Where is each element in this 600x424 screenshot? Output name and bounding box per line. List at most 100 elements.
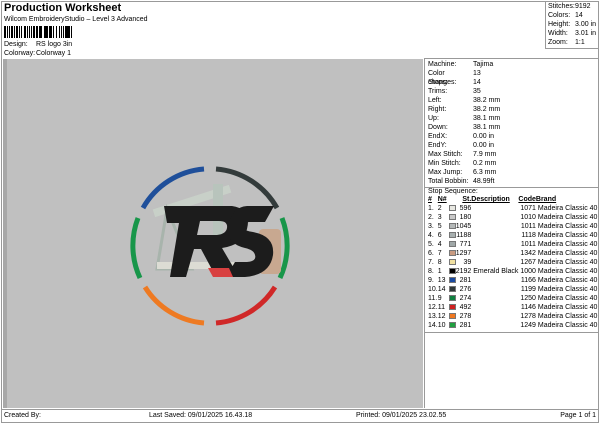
color-swatch	[448, 205, 456, 212]
stat-label: Total Bobbin:	[428, 178, 469, 185]
thread-code: 1011	[520, 241, 536, 248]
page-title: Production Worksheet	[4, 2, 122, 14]
stat-label: Machine:	[428, 61, 457, 68]
color-swatch	[448, 313, 456, 320]
thread-brand: Madeira Classic 40	[537, 268, 598, 275]
stat-row: Height: 3.00 in	[548, 20, 597, 29]
stat-label: Color changes:	[428, 70, 457, 86]
footer: Created By: Last Saved: 09/01/2025 16.43…	[1, 409, 599, 422]
needle-number: 6	[437, 232, 442, 239]
thread-description	[471, 231, 518, 240]
stat-value: 9192	[575, 3, 591, 10]
needle-number: 2	[437, 205, 442, 212]
color-swatch-cell	[447, 213, 456, 222]
stop-index: 13.	[428, 313, 438, 320]
stat-value: 38.2 mm	[473, 97, 501, 104]
needle-number: 1	[437, 268, 442, 275]
stitch-count: 281	[459, 322, 472, 329]
stat-label: Colors:	[548, 12, 571, 19]
stitch-count: 1045	[455, 223, 472, 230]
stat-label: Right:	[428, 106, 447, 113]
column-header: #	[428, 196, 432, 203]
stop-index: 8.	[428, 268, 434, 275]
stat-row: Zoom: 1:1	[548, 38, 597, 47]
color-swatch-cell	[447, 258, 456, 267]
stat-label: Max Jump:	[428, 169, 463, 176]
color-swatch	[448, 268, 456, 275]
stat-row: Max Jump: 6.3 mm	[428, 168, 595, 177]
design-preview	[3, 59, 423, 408]
ring-red	[215, 285, 278, 326]
stitch-count: 180	[459, 214, 472, 221]
thread-code: 1146	[520, 304, 536, 311]
color-swatch-cell	[447, 276, 456, 285]
stat-label: EndY:	[428, 142, 447, 149]
stop-row: 5. 4 771 1011 Madeira Classic 40	[428, 240, 597, 249]
stop-sequence-table: # N# St. Description Code Brand 1. 2 596 1071 Mad…	[428, 195, 597, 330]
color-swatch-cell	[447, 204, 456, 213]
stat-row: Down: 38.1 mm	[428, 123, 595, 132]
stitch-count: 274	[459, 295, 472, 302]
thread-description	[471, 303, 518, 312]
stop-row: 10. 14 276 1199 Madeira Classic 40	[428, 285, 597, 294]
thread-code: 1278	[520, 313, 536, 320]
color-swatch-cell	[447, 267, 456, 276]
thread-brand: Madeira Classic 40	[537, 277, 598, 284]
thread-brand: Madeira Classic 40	[537, 313, 598, 320]
stitch-count: 771	[459, 241, 472, 248]
color-swatch	[448, 223, 456, 230]
thread-code: 1010	[520, 214, 536, 221]
stitch-count: 276	[459, 286, 472, 293]
thread-description	[471, 240, 518, 249]
stat-value: 14	[575, 12, 583, 19]
color-swatch	[448, 232, 456, 239]
needle-number: 10	[437, 322, 446, 329]
color-swatch	[448, 250, 456, 257]
stop-index: 5.	[428, 241, 434, 248]
thread-code: 1250	[520, 295, 536, 302]
needle-number: 5	[437, 223, 442, 230]
thread-description	[471, 285, 518, 294]
stat-value: 13	[473, 70, 481, 77]
stop-row: 13. 12 278 1278 Madeira Classic 40	[428, 312, 597, 321]
thread-code: 1166	[520, 277, 536, 284]
stat-label: Stitches:	[548, 3, 575, 10]
stitch-count: 2192	[455, 268, 472, 275]
stat-label: Max Stitch:	[428, 151, 463, 158]
thread-description	[471, 222, 518, 231]
colorway-row: Colorway:Colorway 1	[4, 50, 71, 57]
stat-value: 35	[473, 88, 481, 95]
stop-row: 3. 5 1045 1011 Madeira Classic 40	[428, 222, 597, 231]
stop-index: 6.	[428, 250, 434, 257]
needle-number: 11	[437, 304, 446, 311]
needle-number: 8	[437, 259, 442, 266]
stat-row: EndY: 0.00 in	[428, 141, 595, 150]
stat-label: Stops:	[428, 79, 448, 86]
stat-value: 14	[473, 79, 481, 86]
stitch-count: 39	[463, 259, 472, 266]
stitch-count: 596	[459, 205, 472, 212]
thread-description	[471, 294, 518, 303]
stop-sequence-title: Stop Sequence:	[428, 188, 478, 195]
stop-row: 7. 8 39 1267 Madeira Classic 40	[428, 258, 597, 267]
stat-row: Left: 38.2 mm	[428, 96, 595, 105]
stop-index: 3.	[428, 223, 434, 230]
stop-index: 9.	[428, 277, 434, 284]
printed-date: Printed: 09/01/2025 23.02.55	[356, 412, 447, 419]
stop-row: 1. 2 596 1071 Madeira Classic 40	[428, 204, 597, 213]
stat-value: 48.99ft	[473, 178, 495, 185]
thread-brand: Madeira Classic 40	[537, 286, 598, 293]
thread-brand: Madeira Classic 40	[537, 250, 598, 257]
stat-label: Trims:	[428, 88, 448, 95]
software-name: Wilcom EmbroideryStudio – Level 3 Advanc…	[4, 16, 148, 23]
stat-row: Machine: Tajima	[428, 60, 595, 69]
thread-code: 1118	[521, 232, 536, 239]
stop-index: 10.	[428, 286, 438, 293]
stat-row: Width: 3.01 in	[548, 29, 597, 38]
thread-description	[471, 312, 518, 321]
color-swatch-cell	[447, 321, 456, 330]
thread-description	[471, 249, 518, 258]
stat-value: 0.00 in	[473, 142, 495, 149]
stat-row: Stitches: 9192	[548, 2, 597, 11]
stop-row: 4. 6 1188 1118 Madeira Classic 40	[428, 231, 597, 240]
